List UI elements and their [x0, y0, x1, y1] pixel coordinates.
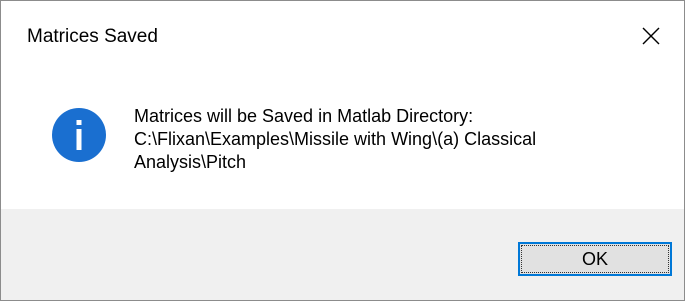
dialog-footer: OK [1, 209, 684, 300]
close-button[interactable] [628, 15, 674, 57]
dialog-title: Matrices Saved [27, 26, 158, 47]
dialog-message: Matrices will be Saved in Matlab Directo… [134, 105, 664, 174]
message-dialog: Matrices Saved Matrices will be Saved in… [0, 0, 685, 301]
ok-button-label: OK [581, 248, 608, 269]
ok-button[interactable]: OK [518, 242, 672, 276]
message-line: C:\Flixan\Examples\Missile with Wing\(a)… [134, 129, 537, 149]
message-line: Analysis\Pitch [134, 152, 247, 172]
message-line: Matrices will be Saved in Matlab Directo… [134, 106, 474, 126]
close-icon [642, 27, 660, 45]
dialog-content: Matrices will be Saved in Matlab Directo… [1, 71, 684, 209]
info-icon [51, 107, 107, 163]
title-bar[interactable]: Matrices Saved [1, 1, 684, 71]
